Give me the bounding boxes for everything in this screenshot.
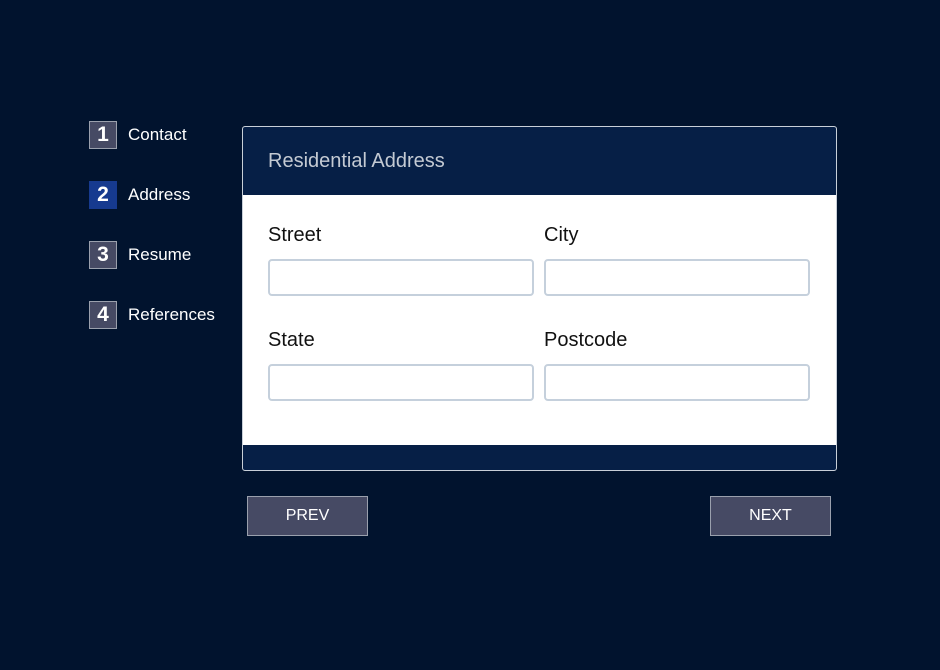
city-label: City bbox=[544, 224, 579, 246]
state-input[interactable] bbox=[268, 364, 534, 401]
step-label: References bbox=[128, 305, 215, 324]
step-label: Resume bbox=[128, 245, 192, 264]
step-number: 4 bbox=[89, 301, 117, 329]
step-number: 3 bbox=[89, 241, 117, 269]
state-label: State bbox=[268, 329, 315, 351]
step-label: Address bbox=[128, 185, 191, 204]
card-title: Residential Address bbox=[268, 149, 445, 172]
step-number: 1 bbox=[89, 121, 117, 149]
card-header: Residential Address bbox=[243, 127, 836, 195]
step-contact[interactable]: 1 Contact bbox=[89, 120, 215, 150]
step-navigation: 1 Contact 2 Address 3 Resume 4 Reference… bbox=[89, 120, 215, 360]
street-field-group: Street bbox=[268, 224, 534, 296]
prev-button[interactable]: PREV bbox=[247, 496, 368, 536]
street-label: Street bbox=[268, 224, 322, 246]
next-button[interactable]: NEXT bbox=[710, 496, 831, 536]
step-number: 2 bbox=[89, 181, 117, 209]
postcode-field-group: Postcode bbox=[544, 329, 810, 401]
step-resume[interactable]: 3 Resume bbox=[89, 240, 215, 270]
step-address[interactable]: 2 Address bbox=[89, 180, 215, 210]
state-field-group: State bbox=[268, 329, 534, 401]
step-references[interactable]: 4 References bbox=[89, 300, 215, 330]
card-footer bbox=[243, 445, 836, 470]
street-input[interactable] bbox=[268, 259, 534, 296]
postcode-input[interactable] bbox=[544, 364, 810, 401]
address-card: Residential Address Street City State Po… bbox=[242, 126, 837, 471]
step-label: Contact bbox=[128, 125, 187, 144]
card-body: Street City State Postcode bbox=[243, 195, 836, 445]
postcode-label: Postcode bbox=[544, 329, 628, 351]
city-field-group: City bbox=[544, 224, 810, 296]
city-input[interactable] bbox=[544, 259, 810, 296]
